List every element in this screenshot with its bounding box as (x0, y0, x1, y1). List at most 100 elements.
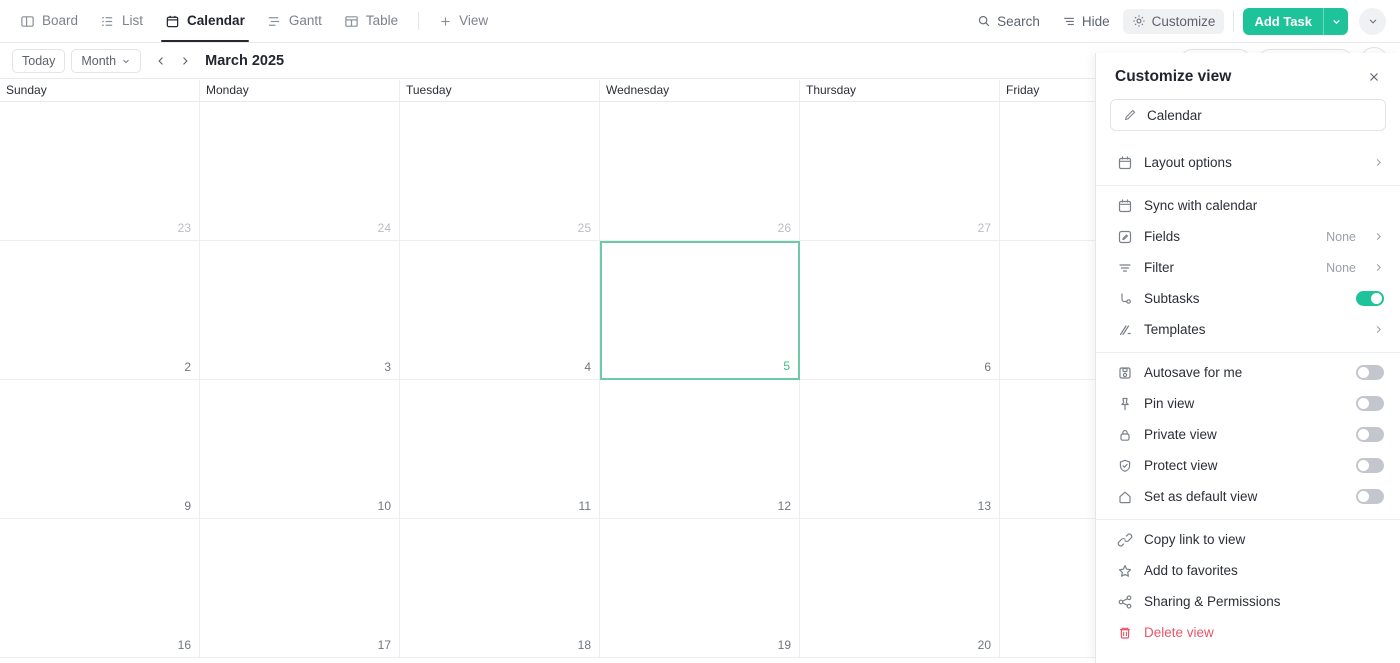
calendar-day-cell[interactable]: 16 (0, 519, 200, 658)
calendar-day-cell[interactable]: 17 (200, 519, 400, 658)
calendar-day-cell[interactable]: 2 (0, 241, 200, 380)
chevron-right-icon (1373, 262, 1384, 273)
day-header-sunday: Sunday (0, 80, 200, 101)
panel-title: Customize view (1115, 68, 1232, 85)
view-name-input[interactable]: Calendar (1110, 99, 1386, 131)
panel-row-copy-link-to-view[interactable]: Copy link to view (1096, 524, 1400, 555)
day-number: 5 (783, 359, 790, 373)
calendar-day-cell[interactable]: 26 (600, 102, 800, 241)
calendar-day-cell[interactable]: 27 (800, 102, 1000, 241)
day-number: 24 (377, 221, 391, 235)
tab-board[interactable]: Board (10, 0, 88, 42)
customize-button[interactable]: Customize (1122, 8, 1225, 34)
panel-row-fields[interactable]: Fields None (1096, 221, 1400, 252)
chevron-right-icon (1373, 157, 1384, 168)
panel-row-pin-view[interactable]: Pin view (1096, 388, 1400, 419)
prev-month-button[interactable] (149, 49, 173, 73)
panel-row-filter[interactable]: Filter None (1096, 252, 1400, 283)
today-button[interactable]: Today (12, 48, 66, 73)
calendar-day-cell[interactable]: 20 (800, 519, 1000, 658)
panel-row-label: Private view (1144, 427, 1217, 442)
toggle-knob (1358, 367, 1369, 378)
toggle-autosave-for-me[interactable] (1356, 365, 1384, 380)
toggle-pin-view[interactable] (1356, 396, 1384, 411)
chevron-left-icon (155, 55, 167, 67)
chevron-right-icon (1373, 231, 1384, 242)
hide-button[interactable]: Hide (1053, 9, 1119, 34)
add-task-button[interactable]: Add Task (1243, 7, 1348, 35)
calendar-day-cell[interactable]: 24 (200, 102, 400, 241)
panel-row-label: Pin view (1144, 396, 1195, 411)
close-icon[interactable] (1364, 67, 1384, 87)
day-number: 9 (184, 499, 191, 513)
month-title: March 2025 (205, 52, 285, 69)
panel-row-layout-options[interactable]: Layout options (1096, 147, 1400, 178)
panel-row-label: Autosave for me (1144, 365, 1243, 380)
trash-icon (1116, 625, 1133, 641)
panel-row-private-view[interactable]: Private view (1096, 419, 1400, 450)
calendar-day-cell[interactable]: 3 (200, 241, 400, 380)
toggle-set-as-default-view[interactable] (1356, 489, 1384, 504)
panel-row-add-to-favorites[interactable]: Add to favorites (1096, 555, 1400, 586)
tab-table[interactable]: Table (334, 0, 408, 42)
toggle-private-view[interactable] (1356, 427, 1384, 442)
calendar-day-cell[interactable]: 10 (200, 380, 400, 519)
tab-board-label: Board (42, 13, 79, 29)
topbar-overflow-button[interactable] (1359, 7, 1386, 35)
day-number: 18 (577, 638, 591, 652)
search-label: Search (997, 13, 1040, 29)
tab-list[interactable]: List (90, 0, 153, 42)
tab-gantt[interactable]: Gantt (257, 0, 332, 42)
day-number: 25 (577, 221, 591, 235)
home-icon (1116, 489, 1133, 505)
chevron-right-icon (179, 55, 191, 67)
calendar-day-cell[interactable]: 4 (400, 241, 600, 380)
toggle-knob (1358, 398, 1369, 409)
panel-sections: Layout options Sync with calendar Fields No… (1096, 143, 1400, 655)
day-number: 6 (984, 360, 991, 374)
next-month-button[interactable] (173, 49, 197, 73)
day-number: 13 (977, 499, 991, 513)
panel-row-sharing-permissions[interactable]: Sharing & Permissions (1096, 586, 1400, 617)
panel-row-sync-with-calendar[interactable]: Sync with calendar (1096, 190, 1400, 221)
link-icon (1116, 532, 1133, 548)
panel-section-toggles: Autosave for me Pin view Private view Prote… (1096, 352, 1400, 519)
calendar-day-cell[interactable]: 13 (800, 380, 1000, 519)
calendar-day-cell[interactable]: 6 (800, 241, 1000, 380)
panel-row-protect-view[interactable]: Protect view (1096, 450, 1400, 481)
gear-icon (1132, 14, 1146, 28)
period-select[interactable]: Month (71, 48, 142, 73)
calendar-day-cell[interactable]: 12 (600, 380, 800, 519)
panel-row-delete-view[interactable]: Delete view (1096, 617, 1400, 648)
panel-row-set-as-default-view[interactable]: Set as default view (1096, 481, 1400, 512)
panel-row-autosave-for-me[interactable]: Autosave for me (1096, 357, 1400, 388)
calendar-day-cell[interactable]: 9 (0, 380, 200, 519)
toggle-subtasks[interactable] (1356, 291, 1384, 306)
panel-row-templates[interactable]: Templates (1096, 314, 1400, 345)
panel-row-label: Protect view (1144, 458, 1218, 473)
panel-row-subtasks[interactable]: Subtasks (1096, 283, 1400, 314)
topbar-actions: Search Hide Customize Add Task (968, 0, 1386, 42)
add-task-label: Add Task (1254, 13, 1312, 29)
toggle-protect-view[interactable] (1356, 458, 1384, 473)
tab-divider (418, 12, 420, 30)
calendar-day-cell[interactable]: 23 (0, 102, 200, 241)
calendar-day-cell[interactable]: 18 (400, 519, 600, 658)
add-view-button[interactable]: View (429, 0, 498, 42)
calendar-view-app: Board List Calendar Gantt Table View Sea… (0, 0, 1400, 663)
calendar-day-cell[interactable]: 25 (400, 102, 600, 241)
panel-row-label: Set as default view (1144, 489, 1258, 504)
day-number: 10 (377, 499, 391, 513)
tab-calendar[interactable]: Calendar (155, 0, 255, 42)
search-button[interactable]: Search (968, 9, 1049, 34)
shield-icon (1116, 458, 1133, 474)
calendar-sync-icon (1116, 198, 1133, 214)
add-task-dropdown[interactable] (1324, 8, 1348, 35)
day-number: 27 (977, 221, 991, 235)
calendar-day-cell-today[interactable]: 5 (600, 241, 800, 380)
day-number: 16 (177, 638, 191, 652)
calendar-day-cell[interactable]: 11 (400, 380, 600, 519)
pin-icon (1116, 396, 1133, 412)
calendar-day-cell[interactable]: 19 (600, 519, 800, 658)
day-header-wednesday: Wednesday (600, 80, 800, 101)
